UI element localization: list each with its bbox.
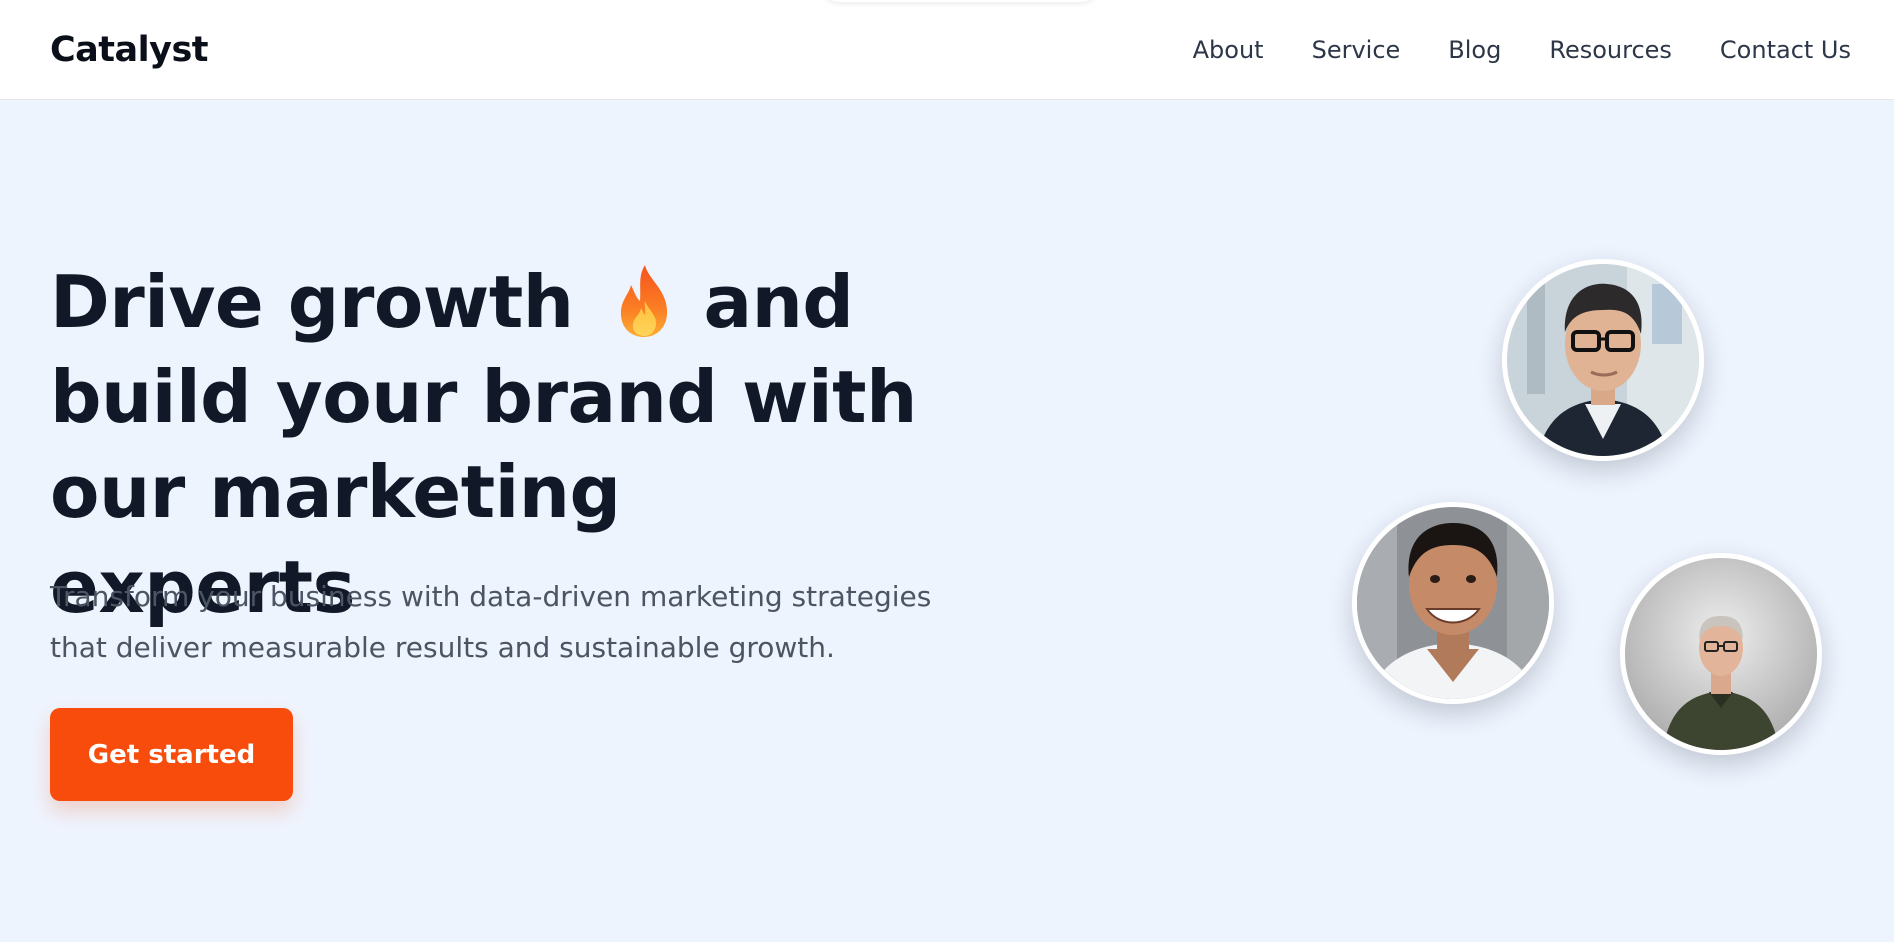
hero-subtitle: Transform your business with data-driven… — [50, 571, 950, 673]
nav-about[interactable]: About — [1193, 36, 1264, 64]
hero-title-line2: build your brand with — [50, 355, 917, 439]
hero-title-line1-start: Drive growth — [50, 260, 574, 344]
hero-title-line1-end: and — [703, 260, 854, 344]
hero-subtitle-line1: Transform your business with data-driven… — [50, 580, 932, 613]
main-nav: About Service Blog Resources Contact Us — [1145, 36, 1851, 64]
get-started-button[interactable]: Get started — [50, 708, 293, 801]
header-tab-decoration — [820, 0, 1100, 2]
nav-contact-us[interactable]: Contact Us — [1720, 36, 1851, 64]
avatar-man-glasses — [1502, 259, 1704, 461]
avatar-older-man — [1620, 553, 1822, 755]
avatar-man-smiling — [1352, 502, 1554, 704]
hero-subtitle-line2: that deliver measurable results and sust… — [50, 631, 835, 664]
logo[interactable]: Catalyst — [50, 30, 209, 70]
landing-page: Catalyst About Service Blog Resources Co… — [0, 0, 1894, 942]
nav-resources[interactable]: Resources — [1549, 36, 1672, 64]
nav-service[interactable]: Service — [1312, 36, 1401, 64]
site-header: Catalyst About Service Blog Resources Co… — [0, 0, 1894, 100]
nav-blog[interactable]: Blog — [1448, 36, 1501, 64]
fire-icon — [614, 263, 674, 339]
